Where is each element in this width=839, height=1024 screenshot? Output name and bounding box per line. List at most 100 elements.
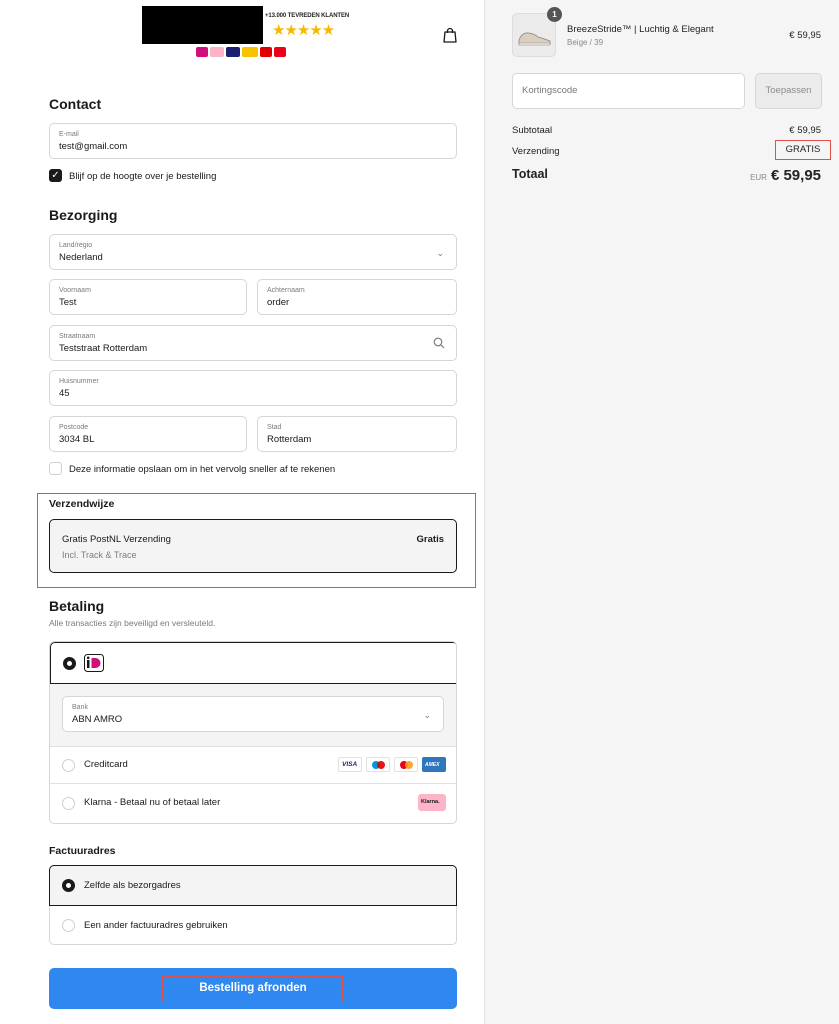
billing-option-other[interactable]: Een ander factuuradres gebruiken xyxy=(50,906,456,944)
shoe-image-icon xyxy=(518,32,551,46)
radio-selected[interactable] xyxy=(63,657,76,670)
postcode-value: 3034 BL xyxy=(59,434,95,445)
maestro-icon xyxy=(366,757,390,772)
last-name-field[interactable]: Achternaam order xyxy=(257,279,457,315)
billing-other-label: Een ander factuuradres gebruiken xyxy=(84,920,228,931)
billing-options: Zelfde als bezorgadres Een ander factuur… xyxy=(49,865,457,945)
total-currency: EUR xyxy=(750,173,767,182)
first-name-field[interactable]: Voornaam Test xyxy=(49,279,247,315)
product-price: € 59,95 xyxy=(789,30,821,41)
product-thumbnail: 1 xyxy=(512,7,562,57)
total-amount: EUR € 59,95 xyxy=(750,167,821,184)
bank-value: ABN AMRO xyxy=(72,714,123,725)
country-select[interactable]: Land/regio Nederland ⌄ xyxy=(49,234,457,270)
newsletter-checkbox[interactable]: ✓ xyxy=(49,169,62,182)
last-name-label: Achternaam xyxy=(267,287,305,294)
quantity-badge: 1 xyxy=(547,7,562,22)
shipping-method-sub: Incl. Track & Trace xyxy=(62,550,137,560)
city-value: Rotterdam xyxy=(267,434,312,445)
card-brands: VISA AMEX xyxy=(338,757,446,772)
postcode-label: Postcode xyxy=(59,424,89,431)
visa-icon: VISA xyxy=(338,757,362,772)
ideal-logo-icon xyxy=(196,47,208,57)
total-row: Totaal EUR € 59,95 xyxy=(512,167,821,184)
total-value: € 59,95 xyxy=(770,167,821,184)
product-variant: Beige / 39 xyxy=(567,38,604,47)
klarna-logo-icon xyxy=(210,47,224,57)
rating-stars: ★★★★★ xyxy=(272,22,335,39)
chevron-down-icon: ⌄ xyxy=(423,710,431,720)
delivery-heading: Bezorging xyxy=(49,207,118,223)
subtotal-row: Subtotaal € 59,95 xyxy=(512,125,821,136)
billing-option-same[interactable]: Zelfde als bezorgadres xyxy=(49,865,457,906)
mastercard-icon xyxy=(394,757,418,772)
mastercard-logo-icon xyxy=(274,47,286,57)
street-label: Straatnaam xyxy=(59,333,96,340)
discount-code-input[interactable]: Kortingscode xyxy=(512,73,745,109)
contact-heading: Contact xyxy=(49,96,102,112)
email-field[interactable]: E-mail test@gmail.com xyxy=(49,123,457,159)
payment-option-ideal[interactable] xyxy=(50,642,456,684)
email-value: test@gmail.com xyxy=(59,141,128,152)
payment-option-klarna[interactable]: Klarna - Betaal nu of betaal later Klarn… xyxy=(50,784,456,822)
shopping-bag-icon[interactable] xyxy=(443,27,457,43)
klarna-badge-text: Klarna. xyxy=(421,799,440,805)
billing-heading: Factuuradres xyxy=(49,845,116,857)
klarna-label: Klarna - Betaal nu of betaal later xyxy=(84,797,221,808)
payment-subtitle: Alle transacties zijn beveiligd en versl… xyxy=(49,618,216,628)
bank-select[interactable]: Bank ABN AMRO ⌄ xyxy=(62,696,444,732)
payment-option-creditcard[interactable]: Creditcard VISA AMEX xyxy=(50,746,456,784)
payment-methods: Bank ABN AMRO ⌄ Creditcard VISA AMEX Kla… xyxy=(49,641,457,824)
radio-unselected[interactable] xyxy=(62,797,75,810)
shipping-summary-value: GRATIS xyxy=(775,140,831,160)
save-info-checkbox[interactable] xyxy=(49,462,62,475)
subtotal-label: Subtotaal xyxy=(512,125,553,136)
shipping-row: Verzending GRATIS xyxy=(512,140,831,160)
visa-logo-icon xyxy=(226,47,240,57)
product-name: BreezeStride™ | Luchtig & Elegant xyxy=(567,24,714,35)
trust-text: +13.000 TEVREDEN KLANTEN xyxy=(265,13,350,19)
shipping-price: Gratis xyxy=(416,534,444,545)
city-label: Stad xyxy=(267,424,282,431)
maestro-logo-icon xyxy=(260,47,272,57)
newsletter-label: Blijf op de hoogte over je bestelling xyxy=(69,171,217,182)
search-icon[interactable] xyxy=(433,337,445,349)
store-logo[interactable] xyxy=(142,6,263,44)
house-number-field[interactable]: Huisnummer 45 xyxy=(49,370,457,406)
first-name-value: Test xyxy=(59,297,77,308)
total-label: Totaal xyxy=(512,167,548,181)
save-info-label: Deze informatie opslaan om in het vervol… xyxy=(69,464,336,475)
street-field[interactable]: Straatnaam Teststraat Rotterdam xyxy=(49,325,457,361)
sofort-logo-icon xyxy=(242,47,258,57)
radio-unselected[interactable] xyxy=(62,759,75,772)
chevron-down-icon: ⌄ xyxy=(436,248,444,258)
order-summary: 1 BreezeStride™ | Luchtig & Elegant Beig… xyxy=(484,0,839,1024)
postcode-field[interactable]: Postcode 3034 BL xyxy=(49,416,247,452)
shipping-option[interactable]: Gratis PostNL Verzending Incl. Track & T… xyxy=(49,519,457,573)
first-name-label: Voornaam xyxy=(59,287,91,294)
ideal-icon xyxy=(84,654,104,672)
shipping-summary-label: Verzending xyxy=(512,146,560,157)
bank-section: Bank ABN AMRO ⌄ xyxy=(50,684,456,747)
submit-highlight xyxy=(162,976,343,1002)
payment-logos xyxy=(196,47,286,57)
house-number-value: 45 xyxy=(59,388,70,399)
creditcard-label: Creditcard xyxy=(84,759,128,770)
email-label: E-mail xyxy=(59,131,79,138)
amex-icon: AMEX xyxy=(422,757,446,772)
klarna-icon: Klarna. xyxy=(418,794,446,811)
billing-same-label: Zelfde als bezorgadres xyxy=(84,880,181,891)
radio-unselected[interactable] xyxy=(62,919,75,932)
shipping-heading: Verzendwijze xyxy=(49,498,115,510)
apply-discount-button[interactable]: Toepassen xyxy=(755,73,822,109)
last-name-value: order xyxy=(267,297,290,308)
subtotal-value: € 59,95 xyxy=(789,125,821,136)
country-value: Nederland xyxy=(59,252,103,263)
shipping-method-label: Gratis PostNL Verzending xyxy=(62,534,171,545)
payment-heading: Betaling xyxy=(49,598,105,614)
radio-selected[interactable] xyxy=(62,879,75,892)
house-number-label: Huisnummer xyxy=(59,378,99,385)
street-value: Teststraat Rotterdam xyxy=(59,343,148,354)
city-field[interactable]: Stad Rotterdam xyxy=(257,416,457,452)
bank-label: Bank xyxy=(72,704,88,711)
